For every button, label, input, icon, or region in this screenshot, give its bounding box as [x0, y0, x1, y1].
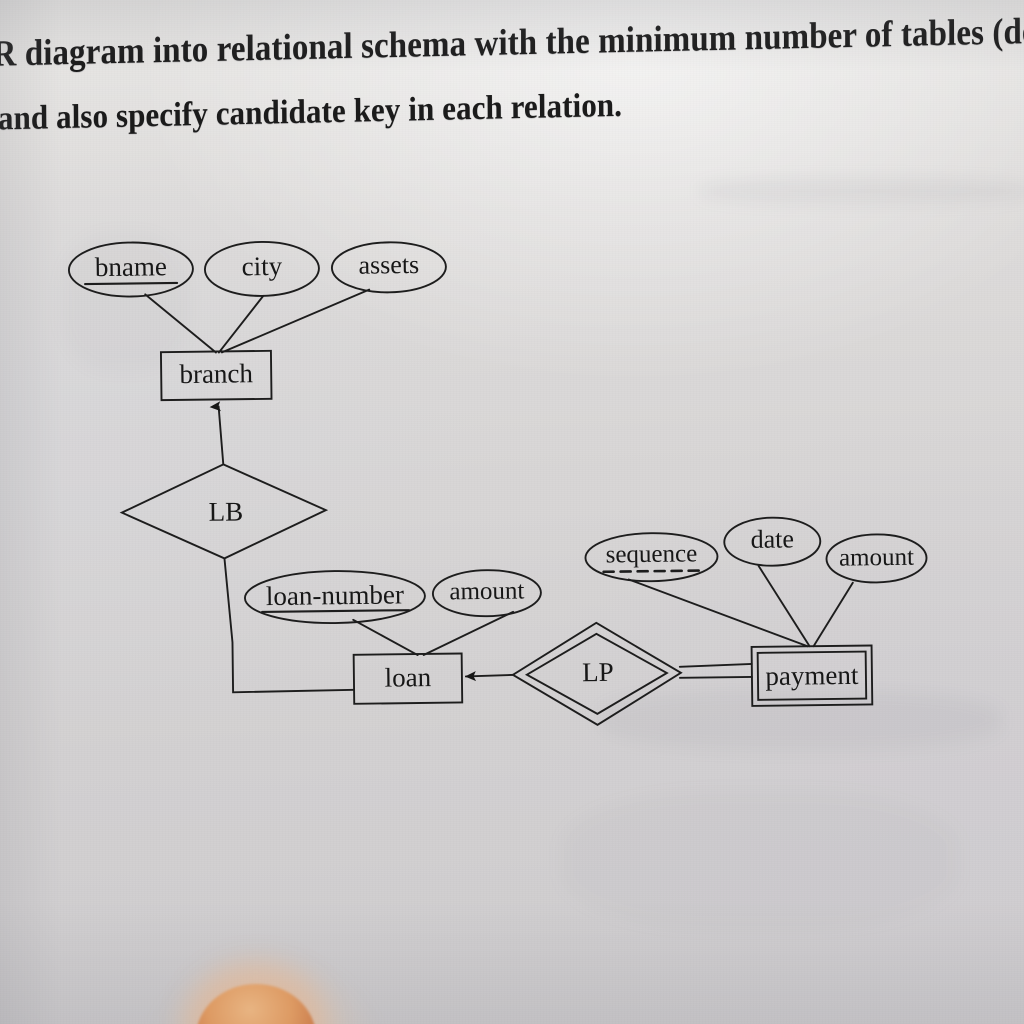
- weak-entity-payment-label: payment: [765, 660, 859, 691]
- edge-lp-payment-bottom: [678, 676, 753, 679]
- attribute-amount-payment-label: amount: [839, 544, 914, 572]
- attribute-bname-label: bname: [95, 251, 167, 282]
- attribute-amount-loan-label: amount: [449, 577, 524, 605]
- attribute-city-label: city: [241, 251, 282, 281]
- entity-branch-label: branch: [179, 358, 253, 389]
- edge-sequence-payment: [627, 578, 809, 648]
- edge-amountloan-loan: [422, 610, 515, 656]
- partial-key-underline-sequence: [602, 569, 702, 574]
- edge-amount-payment: [812, 581, 854, 648]
- edge-loannumber-loan: [352, 618, 419, 656]
- edge-lp-loan: [464, 671, 515, 682]
- primary-key-underline-bname: [84, 281, 179, 286]
- attribute-sequence-label: sequence: [605, 540, 697, 568]
- edge-lb-branch: [209, 401, 225, 466]
- edge-lb-loan: [223, 557, 356, 694]
- edge-bname-branch: [144, 293, 217, 354]
- er-diagram-canvas: bname city assets branch LB loan-number …: [67, 240, 928, 726]
- relationship-lb-label: LB: [208, 496, 243, 526]
- attribute-loan-number-label: loan-number: [266, 579, 404, 611]
- er-diagram: bname city assets branch LB loan-number …: [0, 0, 1024, 1024]
- edge-date-payment: [757, 564, 811, 648]
- entity-loan-label: loan: [384, 662, 431, 693]
- photo-of-textbook-page: ER diagram into relational schema with t…: [0, 0, 1024, 1024]
- identifying-relationship-lp-label: LP: [582, 657, 614, 687]
- attribute-assets-label: assets: [358, 250, 419, 280]
- attribute-date-label: date: [750, 524, 794, 554]
- edge-lp-payment-top: [678, 663, 753, 668]
